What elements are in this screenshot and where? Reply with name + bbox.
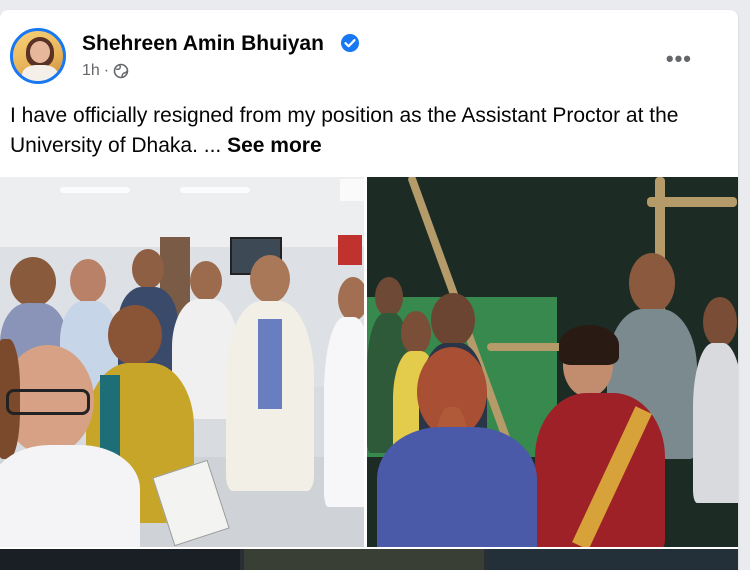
post-card: Shehreen Amin Bhuiyan 1h · ••• I have of…: [0, 10, 738, 570]
post-text: I have officially resigned from my posit…: [10, 101, 710, 161]
post-time[interactable]: 1h: [82, 62, 100, 80]
photo-ac-unit: [340, 179, 364, 201]
author-name[interactable]: Shehreen Amin Bhuiyan: [82, 32, 324, 56]
author-avatar[interactable]: [10, 28, 66, 84]
post-body: I have officially resigned from my posit…: [10, 104, 679, 157]
globe-icon[interactable]: [113, 63, 129, 79]
see-more-link[interactable]: See more: [227, 134, 322, 157]
photo-sign: [338, 235, 362, 265]
avatar-face: [30, 41, 50, 63]
more-options-button[interactable]: •••: [666, 48, 692, 70]
meta-separator: ·: [103, 62, 110, 79]
ceiling-light: [180, 187, 250, 193]
post-photo-2[interactable]: [367, 177, 738, 547]
ceiling-light: [60, 187, 130, 193]
verified-badge-icon: [341, 34, 359, 52]
post-header: Shehreen Amin Bhuiyan 1h · •••: [10, 28, 728, 88]
post-meta: 1h ·: [82, 62, 129, 80]
avatar-body: [22, 65, 58, 81]
bamboo-pole: [647, 197, 737, 207]
post-photo-1[interactable]: [0, 177, 364, 547]
